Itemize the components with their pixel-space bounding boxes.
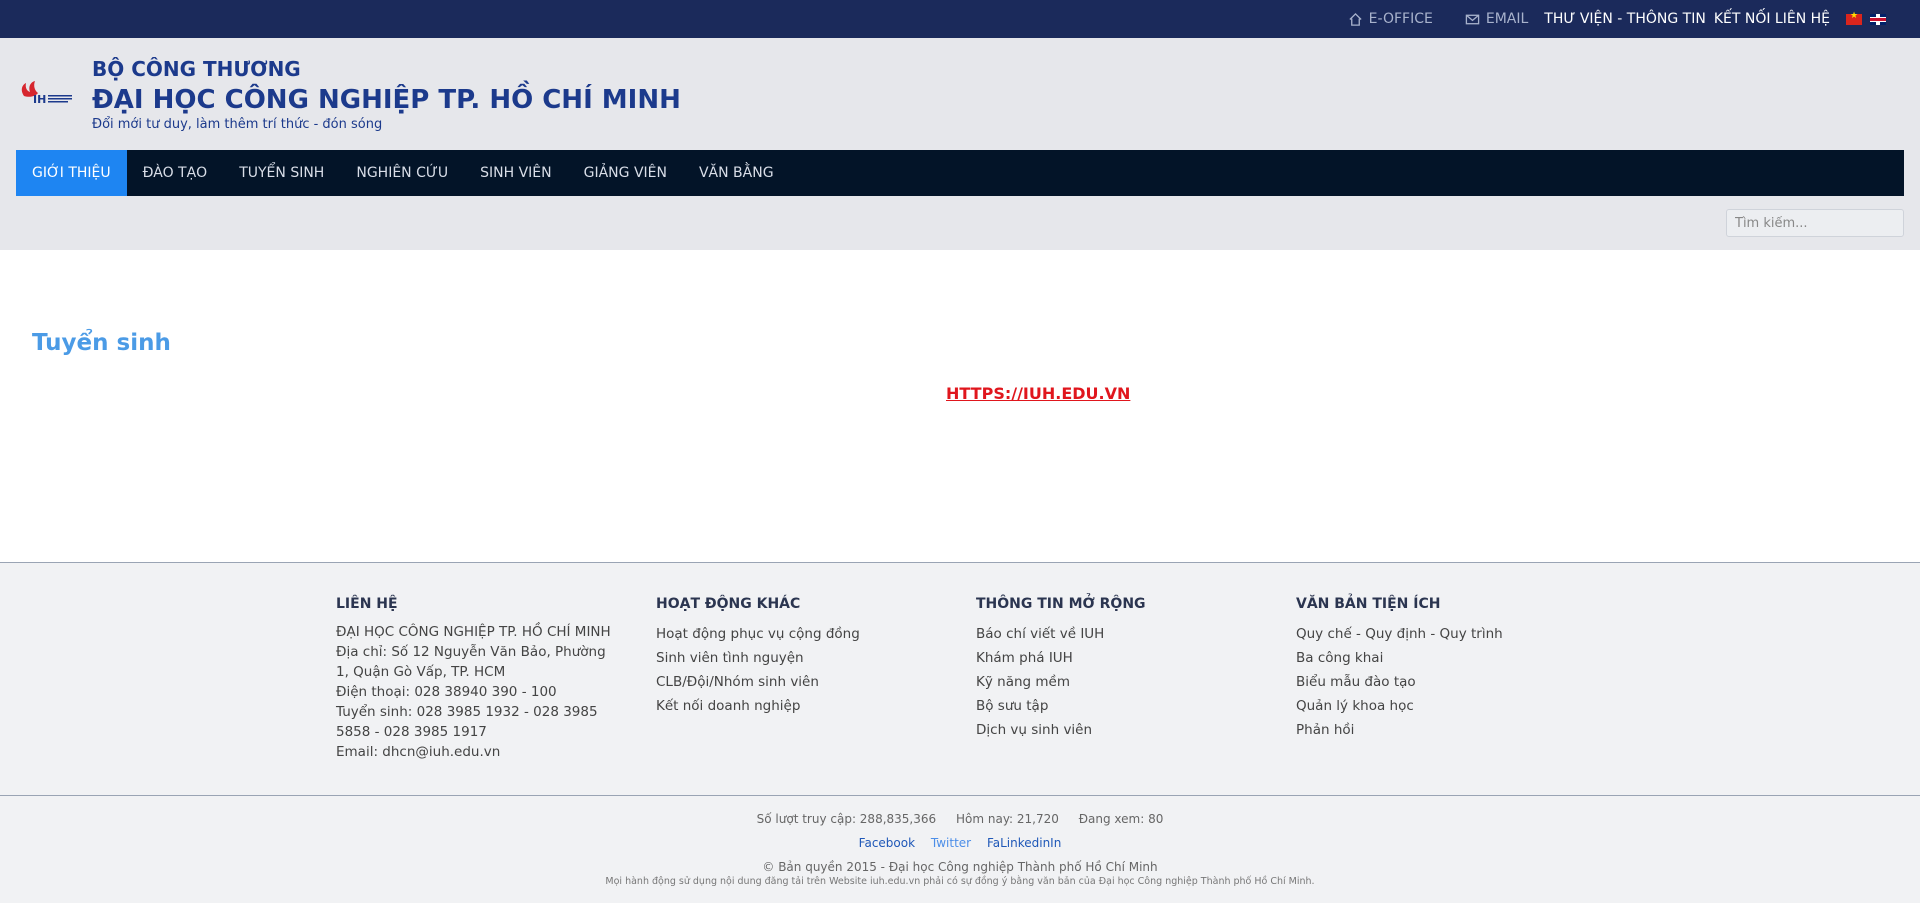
facebook-link[interactable]: Facebook	[859, 836, 915, 850]
copyright: © Bản quyền 2015 - Đại học Công nghiệp T…	[762, 860, 1158, 874]
today-visits: Hôm nay: 21,720	[955, 812, 1059, 826]
contact-phone: Điện thoại: 028 38940 390 - 100	[336, 684, 557, 700]
footer-contact: LIÊN HỆ ĐẠI HỌC CÔNG NGHIỆP TP. HỒ CHÍ M…	[336, 596, 656, 762]
nav-item-giang-vien[interactable]: GIẢNG VIÊN	[568, 150, 683, 196]
footer-link[interactable]: Sinh viên tình nguyện	[656, 646, 976, 670]
footer-link[interactable]: Hoạt động phục vụ cộng đồng	[656, 622, 976, 646]
eoffice-label: E-OFFICE	[1368, 11, 1433, 27]
online-now: Đang xem: 80	[1078, 812, 1164, 826]
footer-link[interactable]: Quy chế - Quy định - Quy trình	[1296, 622, 1616, 646]
eoffice-link[interactable]: E-OFFICE	[1348, 11, 1433, 27]
footer-link[interactable]: Biểu mẫu đào tạo	[1296, 670, 1616, 694]
visit-stats: Số lượt truy cập: 288,835,366 Hôm nay: 2…	[0, 812, 1920, 826]
linkedin-link[interactable]: FaLinkedinIn	[987, 836, 1061, 850]
uk-flag-icon[interactable]	[1870, 13, 1886, 25]
footer-utility-docs: VĂN BẢN TIỆN ÍCH Quy chế - Quy định - Qu…	[1296, 596, 1616, 762]
home-icon	[1349, 12, 1362, 26]
main-nav: GIỚI THIỆU ĐÀO TẠO TUYỂN SINH NGHIÊN CỨU…	[16, 150, 1904, 196]
footer-info-heading: THÔNG TIN MỞ RỘNG	[976, 596, 1146, 612]
nav-item-sinh-vien[interactable]: SINH VIÊN	[464, 150, 568, 196]
footer-link[interactable]: Kết nối doanh nghiệp	[656, 694, 976, 718]
footer-other-activities: HOẠT ĐỘNG KHÁC Hoạt động phục vụ cộng đồ…	[656, 596, 976, 762]
email-label: EMAIL	[1485, 11, 1529, 27]
footer-extended-info: THÔNG TIN MỞ RỘNG Báo chí viết về IUH Kh…	[976, 596, 1296, 762]
twitter-link[interactable]: Twitter	[931, 836, 971, 850]
iuh-website-link[interactable]: HTTPS://IUH.EDU.VN	[946, 384, 1130, 403]
search-input[interactable]	[1726, 209, 1904, 237]
footer-link[interactable]: CLB/Đội/Nhóm sinh viên	[656, 670, 976, 694]
contact-address: Địa chỉ: Số 12 Nguyễn Văn Bảo, Phường 1,…	[336, 644, 606, 680]
footer-link[interactable]: Ba công khai	[1296, 646, 1616, 670]
social-links: Facebook Twitter FaLinkedinIn	[0, 836, 1920, 850]
top-bar: E-OFFICE EMAIL THƯ VIỆN - THÔNG TIN KẾT …	[0, 0, 1920, 38]
contact-name: ĐẠI HỌC CÔNG NGHIỆP TP. HỒ CHÍ MINH	[336, 624, 611, 640]
nav-item-tuyen-sinh[interactable]: TUYỂN SINH	[223, 150, 340, 196]
footer: LIÊN HỆ ĐẠI HỌC CÔNG NGHIỆP TP. HỒ CHÍ M…	[0, 562, 1920, 795]
footer-link[interactable]: Quản lý khoa học	[1296, 694, 1616, 718]
nav-item-dao-tao[interactable]: ĐÀO TẠO	[127, 150, 224, 196]
vietnam-flag-icon[interactable]	[1846, 11, 1862, 25]
library-link[interactable]: THƯ VIỆN - THÔNG TIN	[1544, 11, 1706, 27]
iuh-logo[interactable]: IH	[16, 74, 76, 114]
usage-notice: Mọi hành động sử dụng nội dung đăng tải …	[605, 876, 1315, 887]
footer-link[interactable]: Kỹ năng mềm	[976, 670, 1296, 694]
email-link[interactable]: EMAIL	[1465, 11, 1528, 27]
footer-other-heading: HOẠT ĐỘNG KHÁC	[656, 596, 801, 612]
footer-link[interactable]: Dịch vụ sinh viên	[976, 718, 1296, 742]
footer-link[interactable]: Khám phá IUH	[976, 646, 1296, 670]
bottom-bar: Số lượt truy cập: 288,835,366 Hôm nay: 2…	[0, 795, 1920, 903]
site-header: IH BỘ CÔNG THƯƠNG ĐẠI HỌC CÔNG NGHIỆP TP…	[0, 38, 1920, 150]
connect-link[interactable]: KẾT NỐI LIÊN HỆ	[1714, 11, 1830, 27]
svg-text:IH: IH	[33, 93, 46, 106]
nav-item-nghien-cuu[interactable]: NGHIÊN CỨU	[340, 150, 464, 196]
university-name[interactable]: ĐẠI HỌC CÔNG NGHIỆP TP. HỒ CHÍ MINH	[92, 85, 681, 115]
contact-admission: Tuyển sinh: 028 3985 1932 - 028 3985 585…	[336, 704, 598, 740]
nav-item-van-bang[interactable]: VĂN BẰNG	[683, 150, 790, 196]
footer-contact-heading: LIÊN HỆ	[336, 596, 398, 612]
page-title: Tuyển sinh	[32, 330, 171, 356]
footer-docs-heading: VĂN BẢN TIỆN ÍCH	[1296, 596, 1441, 612]
footer-link[interactable]: Phản hồi	[1296, 718, 1616, 742]
ministry-name: BỘ CÔNG THƯƠNG	[92, 56, 301, 81]
footer-link[interactable]: Bộ sưu tập	[976, 694, 1296, 718]
nav-item-gioi-thieu[interactable]: GIỚI THIỆU	[16, 150, 127, 196]
footer-link[interactable]: Báo chí viết về IUH	[976, 622, 1296, 646]
contact-email: Email: dhcn@iuh.edu.vn	[336, 744, 501, 760]
mail-icon	[1465, 14, 1480, 24]
main-content: Tuyển sinh HTTPS://IUH.EDU.VN	[0, 250, 1920, 562]
total-visits: Số lượt truy cập: 288,835,366	[756, 812, 937, 826]
slogan: Đổi mới tư duy, làm thêm trí thức - đón …	[92, 116, 383, 132]
